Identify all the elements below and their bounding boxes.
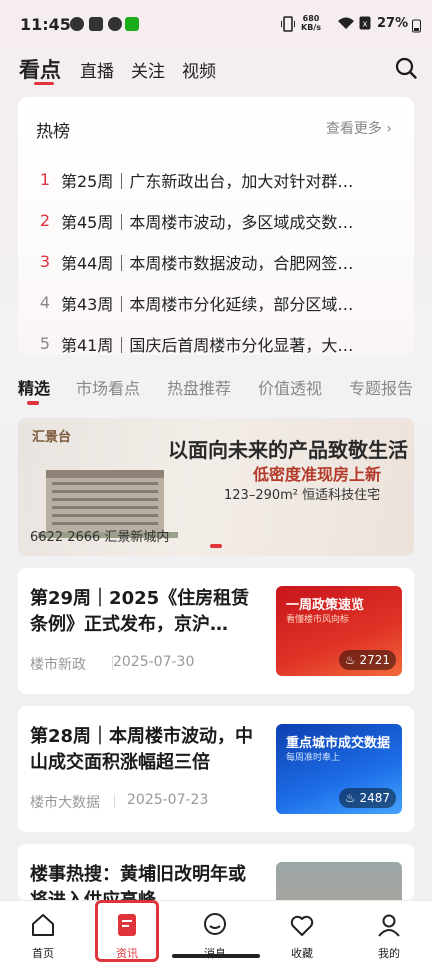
notification-icon (70, 17, 84, 31)
article-title: 第29周｜2025《住房租赁条例》正式发布，京沪… (30, 588, 250, 635)
tab-kandian[interactable]: 看点 (19, 54, 61, 84)
status-time: 11:45 (20, 15, 71, 34)
view-count-value: 2721 (359, 653, 390, 667)
rank-number: 2 (39, 211, 51, 230)
divider (114, 794, 115, 808)
vibrate-icon (281, 16, 295, 32)
chevron-right-icon: › (386, 121, 392, 137)
article-thumbnail: 一周政策速览 看懂楼市风向标 ♨ 2721 (276, 586, 402, 676)
tab-favorites-label: 收藏 (291, 947, 313, 960)
view-count: ♨ 2721 (338, 650, 396, 670)
message-icon (108, 17, 122, 31)
view-count-value: 2487 (359, 791, 390, 805)
tab-featured[interactable]: 精选 (18, 375, 50, 399)
tab-messages-label: 消息 (185, 945, 245, 961)
banner-detail: 123–290m² 恒适科技住宅 (224, 488, 381, 503)
tab-market[interactable]: 市场看点 (76, 375, 140, 399)
tab-live[interactable]: 直播 (80, 57, 114, 82)
hot-list-item[interactable]: 1 第25周｜广东新政出台，加大对针对群… (18, 160, 414, 200)
view-count: ♨ 2487 (338, 788, 396, 808)
hot-list-item[interactable]: 5 第41周｜国庆后首周楼市分化显著，大… (18, 324, 414, 364)
hot-item-text: 第45周｜本周楼市波动，多区域成交数… (61, 213, 354, 232)
article-thumbnail (276, 862, 402, 900)
banner-logo: 汇景台 (32, 430, 72, 445)
article-title: 楼事热搜：黄埔旧改明年或将进入供应高峰 (30, 864, 246, 900)
rank-number: 4 (39, 293, 51, 312)
article-card[interactable]: 第28周｜本周楼市波动，中山成交面积涨幅超三倍 楼市大数据 2025-07-23… (18, 706, 414, 832)
home-icon (32, 914, 54, 936)
tab-video[interactable]: 视频 (182, 57, 216, 82)
message-icon (204, 913, 226, 935)
tab-highlight-box (95, 900, 159, 962)
banner-subheadline: 低密度准现房上新 (253, 465, 382, 484)
view-more-label: 查看更多 (325, 121, 382, 137)
top-nav: 看点 直播 关注 视频 (0, 52, 432, 88)
hot-item-text: 第43周｜本周楼市分化延续，部分区域… (61, 295, 354, 314)
rank-number: 1 (39, 170, 51, 189)
tab-hot-projects[interactable]: 热盘推荐 (167, 375, 231, 399)
search-icon[interactable] (394, 56, 418, 80)
svg-text:x: x (363, 19, 368, 29)
flame-icon: ♨ (344, 791, 356, 805)
tab-profile[interactable]: 我的 (359, 901, 419, 964)
article-title: 第28周｜本周楼市波动，中山成交面积涨幅超三倍 (30, 726, 254, 773)
wifi-icon (338, 17, 354, 29)
article-card[interactable]: 楼事热搜：黄埔旧改明年或将进入供应高峰 (18, 844, 414, 900)
hot-list-card: 热榜 查看更多 › 1 第25周｜广东新政出台，加大对针对群… 2 第45周｜本… (18, 97, 414, 355)
hot-list-item[interactable]: 3 第44周｜本周楼市数据波动，合肥网签… (18, 242, 414, 282)
view-more-link[interactable]: 查看更多 › (326, 118, 392, 138)
status-bar: 11:45 680 KB/s x 27% (0, 0, 432, 50)
rank-number: 5 (39, 334, 51, 353)
net-speed-unit: KB/s (301, 23, 321, 32)
hot-list-item[interactable]: 4 第43周｜本周楼市分化延续，部分区域… (18, 283, 414, 323)
tab-profile-label: 我的 (378, 947, 400, 960)
sim-icon: x (359, 16, 371, 30)
thumbnail-subtitle: 每周准时奉上 (286, 753, 341, 763)
tab-home-label: 首页 (32, 947, 54, 960)
tab-home[interactable]: 首页 (13, 901, 73, 964)
banner-headline: 以面向未来的产品致敬生活 (168, 438, 408, 462)
article-date: 2025-07-30 (113, 654, 195, 670)
category-tabs: 精选 市场看点 热盘推荐 价值透视 专题报告 (0, 370, 432, 405)
hot-item-text: 第44周｜本周楼市数据波动，合肥网签… (61, 254, 354, 273)
tab-special-report[interactable]: 专题报告 (349, 375, 413, 399)
carousel-indicator (210, 544, 222, 548)
thumbnail-title: 一周政策速览 (286, 598, 365, 613)
battery-icon (412, 19, 421, 33)
tab-follow[interactable]: 关注 (131, 57, 165, 82)
net-speed-value: 680 (302, 14, 320, 23)
battery-percent: 27% (377, 16, 409, 31)
article-thumbnail: 重点城市成交数据 每周准时奉上 ♨ 2487 (276, 724, 402, 814)
user-icon (378, 914, 400, 937)
thumbnail-title: 重点城市成交数据 (286, 736, 391, 751)
active-tab-indicator (27, 401, 39, 405)
check-icon (89, 17, 103, 31)
article-card[interactable]: 第29周｜2025《住房租赁条例》正式发布，京沪… 楼市新政 2025-07-3… (18, 568, 414, 694)
home-indicator (172, 954, 260, 958)
promo-banner[interactable]: 汇景台 以面向未来的产品致敬生活 低密度准现房上新 123–290m² 恒适科技… (18, 418, 414, 556)
tab-value[interactable]: 价值透视 (258, 375, 322, 399)
net-speed: 680 KB/s (300, 14, 322, 32)
hot-list-title: 热榜 (36, 122, 70, 142)
heart-icon (290, 915, 314, 936)
active-tab-indicator (34, 82, 54, 85)
article-date: 2025-07-23 (127, 792, 209, 808)
flame-icon: ♨ (344, 653, 356, 667)
tab-favorites[interactable]: 收藏 (272, 901, 332, 964)
rank-number: 3 (39, 252, 51, 271)
banner-phone: 6622 2666 汇景新城内 (30, 530, 170, 545)
hot-item-text: 第41周｜国庆后首周楼市分化显著，大… (61, 336, 354, 355)
hot-item-text: 第25周｜广东新政出台，加大对针对群… (61, 172, 354, 191)
article-source: 楼市新政 (30, 657, 86, 673)
thumbnail-subtitle: 看懂楼市风向标 (286, 615, 350, 625)
hot-list-item[interactable]: 2 第45周｜本周楼市波动，多区域成交数… (18, 201, 414, 241)
article-source: 楼市大数据 (30, 795, 100, 811)
wechat-icon (125, 17, 139, 31)
